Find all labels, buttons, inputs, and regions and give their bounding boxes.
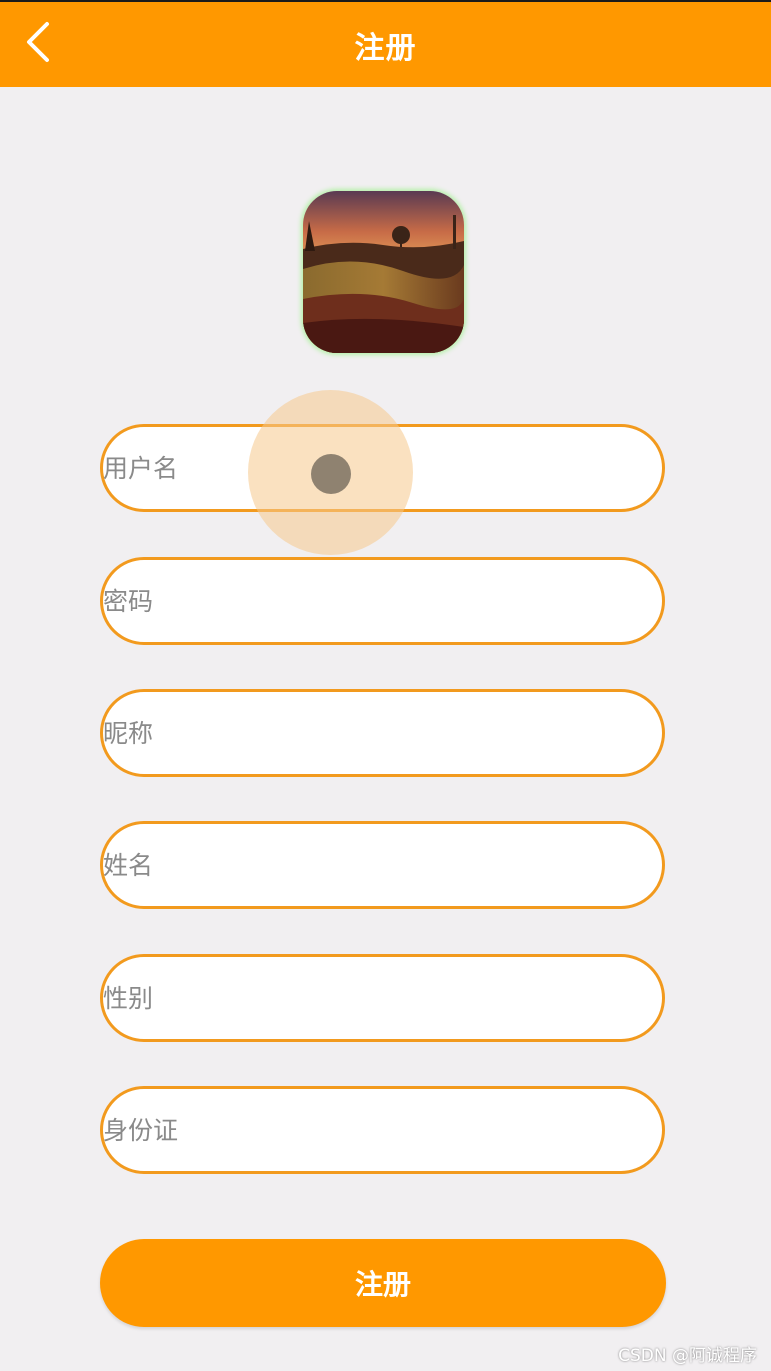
page-title: 注册 [354, 30, 417, 66]
name-field[interactable] [100, 821, 665, 909]
watermark: CSDN @阿诚程序 [618, 1346, 757, 1366]
register-button[interactable]: 注册 [100, 1239, 666, 1327]
id-card-input[interactable] [103, 1089, 662, 1171]
password-input[interactable] [103, 560, 662, 642]
name-input[interactable] [103, 824, 662, 906]
touch-indicator-dot [311, 454, 351, 494]
nickname-field[interactable] [100, 689, 665, 777]
gender-field[interactable] [100, 954, 665, 1042]
id-card-field[interactable] [100, 1086, 665, 1174]
gender-input[interactable] [103, 957, 662, 1039]
password-field[interactable] [100, 557, 665, 645]
nickname-input[interactable] [103, 692, 662, 774]
app-header: 注册 [0, 0, 771, 87]
avatar[interactable] [303, 191, 464, 353]
landscape-avatar-image [303, 191, 464, 353]
